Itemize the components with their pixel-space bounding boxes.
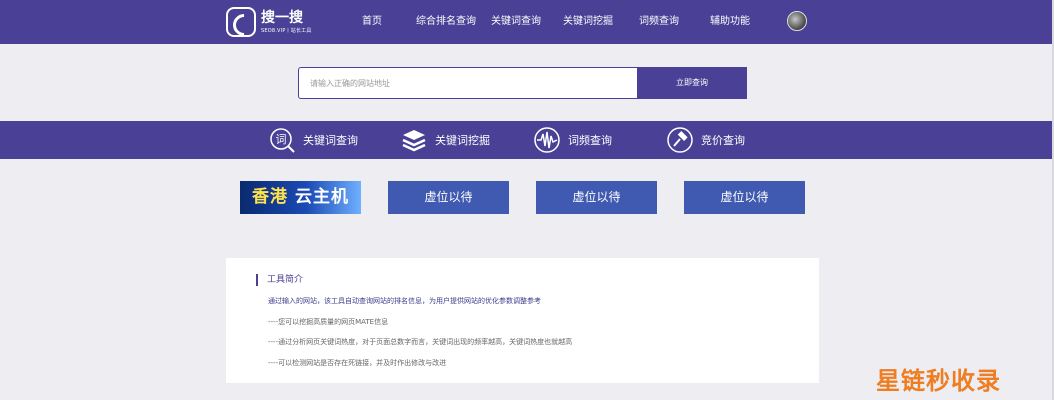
- waveform-icon: [533, 126, 561, 154]
- gavel-icon: [666, 126, 694, 154]
- nav-keyword-query[interactable]: 关键词查询: [491, 0, 541, 44]
- intro-title: 工具简介: [256, 274, 303, 286]
- tool-bid-query[interactable]: 竞价查询: [666, 121, 745, 159]
- tool-band: 词 关键词查询 关键词挖掘 词频查询 竞价查询: [0, 121, 1054, 159]
- logo-icon: [226, 7, 256, 37]
- ad-slot[interactable]: 虚位以待: [536, 181, 657, 214]
- nav-rank-query[interactable]: 综合排名查询: [416, 0, 476, 44]
- watermark-text: 星链秒收录: [876, 367, 1001, 395]
- nav-home[interactable]: 首页: [362, 0, 382, 44]
- ad-banner-hk-cloud-host[interactable]: 香港 云主机: [240, 181, 361, 214]
- nav-helper-tools[interactable]: 辅助功能: [710, 0, 750, 44]
- ad-banner-text-b: 云主机: [294, 187, 349, 207]
- site-logo[interactable]: 搜一搜 SEO8.VIP丨站长工具: [226, 6, 312, 38]
- ad-slot[interactable]: 虚位以待: [388, 181, 509, 214]
- tool-word-frequency[interactable]: 词频查询: [533, 121, 612, 159]
- svg-text:词: 词: [276, 133, 287, 146]
- nav-keyword-mining[interactable]: 关键词挖掘: [563, 0, 613, 44]
- intro-line: ----您可以挖掘高质量的网页MATE信息: [268, 318, 389, 326]
- intro-line: ----通过分析网页关键词热度，对于页面总数字而言，关键词出现的频率越高，关键词…: [268, 338, 573, 346]
- url-search-input[interactable]: [298, 67, 638, 99]
- logo-subtitle: SEO8.VIP丨站长工具: [261, 28, 312, 34]
- user-avatar[interactable]: [787, 11, 807, 31]
- tool-label: 关键词查询: [303, 134, 358, 147]
- ad-slot[interactable]: 虚位以待: [684, 181, 805, 214]
- query-now-button[interactable]: 立即查询: [637, 67, 747, 99]
- intro-line: 通过输入的网站，该工具自动查询网站的排名信息，为用户提供网站的优化参数调整参考: [268, 297, 541, 305]
- word-search-icon: 词: [268, 126, 296, 154]
- intro-line: ----可以检测网站是否存在死链接，并及时作出修改与改进: [268, 359, 447, 367]
- logo-title: 搜一搜: [261, 10, 303, 26]
- tool-label: 关键词挖掘: [435, 134, 490, 147]
- tool-label: 词频查询: [568, 134, 612, 147]
- tool-keyword-query[interactable]: 词 关键词查询: [268, 121, 358, 159]
- ad-banner-text-a: 香港: [252, 187, 289, 207]
- tool-label: 竞价查询: [701, 134, 745, 147]
- top-navbar: 搜一搜 SEO8.VIP丨站长工具 首页 综合排名查询 关键词查询 关键词挖掘 …: [0, 0, 1054, 44]
- tool-intro-card: 工具简介 通过输入的网站，该工具自动查询网站的排名信息，为用户提供网站的优化参数…: [226, 258, 819, 383]
- nav-word-frequency[interactable]: 词频查询: [639, 0, 679, 44]
- tool-keyword-mining[interactable]: 关键词挖掘: [400, 121, 490, 159]
- layers-icon: [400, 126, 428, 154]
